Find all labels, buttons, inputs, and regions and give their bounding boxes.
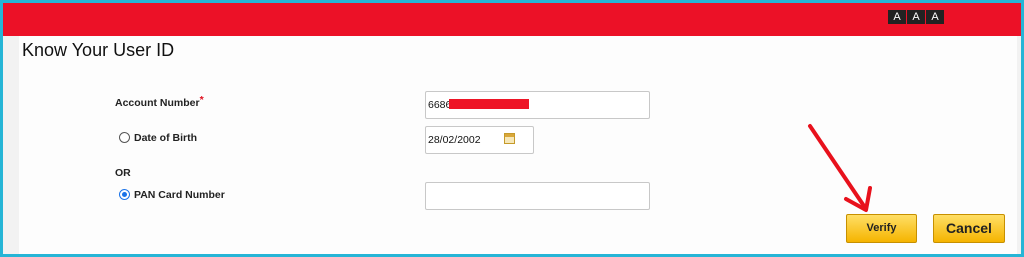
or-separator: OR	[115, 167, 131, 179]
account-number-label-text: Account Number	[115, 97, 200, 109]
pan-card-input[interactable]	[425, 182, 650, 210]
calendar-icon[interactable]	[504, 133, 515, 144]
account-number-value: 6686	[428, 99, 452, 111]
date-of-birth-label: Date of Birth	[134, 132, 197, 144]
redaction-mark	[449, 99, 529, 109]
header-bar: A A A	[3, 3, 1021, 36]
font-size-large-button[interactable]: A	[926, 10, 944, 24]
page-title: Know Your User ID	[22, 40, 175, 60]
font-size-controls: A A A	[888, 10, 944, 24]
account-number-label: Account Number*	[115, 94, 204, 109]
pan-card-label: PAN Card Number	[134, 189, 225, 201]
account-number-input[interactable]: 6686	[425, 91, 650, 119]
pan-card-radio[interactable]	[119, 189, 130, 200]
screenshot-frame: A A A Know Your User ID Account Number* …	[3, 3, 1021, 254]
date-of-birth-radio[interactable]	[119, 132, 130, 143]
font-size-medium-button[interactable]: A	[907, 10, 925, 24]
font-size-small-button[interactable]: A	[888, 10, 906, 24]
date-of-birth-value: 28/02/2002	[428, 134, 481, 146]
required-mark: *	[199, 94, 204, 106]
annotation-arrow-icon	[808, 124, 872, 212]
date-of-birth-input[interactable]: 28/02/2002	[425, 126, 534, 154]
cancel-button[interactable]: Cancel	[933, 214, 1005, 243]
